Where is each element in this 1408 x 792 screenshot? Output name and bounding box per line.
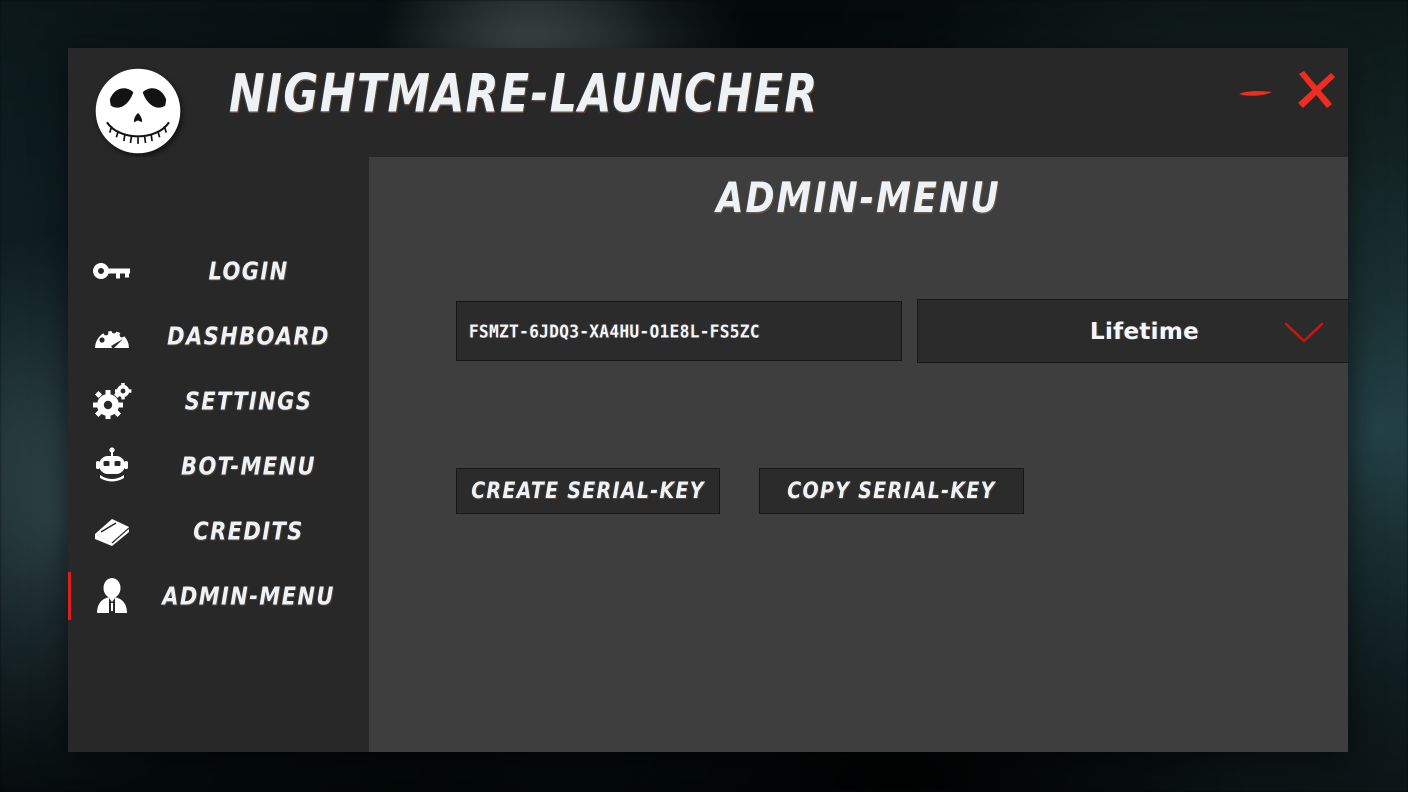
sidebar-item-bot-menu[interactable]: BOT-MENU <box>68 436 369 496</box>
copy-serial-key-label: COPY SERIAL-KEY <box>787 478 996 504</box>
sidebar-item-label: LOGIN <box>208 256 289 286</box>
titlebar[interactable]: NIGHTMARE-LAUNCHER <box>68 48 1348 157</box>
copy-serial-key-button[interactable]: COPY SERIAL-KEY <box>759 468 1024 514</box>
app-title: NIGHTMARE-LAUNCHER <box>229 64 819 126</box>
serial-key-input[interactable]: FSMZT-6JDQ3-XA4HU-O1E8L-FS5ZC <box>456 301 902 361</box>
sidebar-item-dashboard[interactable]: DASHBOARD <box>68 306 369 366</box>
serial-key-value: FSMZT-6JDQ3-XA4HU-O1E8L-FS5ZC <box>469 320 760 342</box>
gears-icon <box>90 381 134 421</box>
sidebar-item-admin-menu[interactable]: ADMIN-MENU <box>68 566 369 626</box>
active-indicator <box>68 572 71 620</box>
jack-skellington-icon <box>91 64 185 158</box>
sidebar-item-settings[interactable]: SETTINGS <box>68 371 369 431</box>
sidebar-item-label: SETTINGS <box>184 386 313 416</box>
book-icon <box>90 511 134 551</box>
sidebar: LOGIN DASHBOARD SETTINGS BOT-MENU CREDIT… <box>68 157 369 752</box>
sidebar-item-label: BOT-MENU <box>181 451 316 481</box>
content-panel: ADMIN-MENU FSMZT-6JDQ3-XA4HU-O1E8L-FS5ZC… <box>369 157 1348 752</box>
key-icon <box>90 251 134 291</box>
page-title: ADMIN-MENU <box>716 175 1001 223</box>
sidebar-item-credits[interactable]: CREDITS <box>68 501 369 561</box>
robot-icon <box>90 446 134 486</box>
application-window: NIGHTMARE-LAUNCHER LOGIN DASHBOARD SETTI… <box>68 48 1348 752</box>
minimize-icon[interactable] <box>1231 68 1279 116</box>
desktop-background: NIGHTMARE-LAUNCHER LOGIN DASHBOARD SETTI… <box>0 0 1408 792</box>
chevron-down-icon <box>1283 320 1325 344</box>
license-duration-dropdown[interactable]: Lifetime <box>917 299 1348 363</box>
close-icon[interactable] <box>1287 62 1343 118</box>
create-serial-key-button[interactable]: CREATE SERIAL-KEY <box>456 468 720 514</box>
speedometer-icon <box>90 316 134 356</box>
sidebar-item-label: ADMIN-MENU <box>162 581 335 611</box>
user-icon <box>90 576 134 616</box>
sidebar-item-label: DASHBOARD <box>167 321 330 351</box>
sidebar-item-label: CREDITS <box>193 516 304 546</box>
create-serial-key-label: CREATE SERIAL-KEY <box>471 478 705 504</box>
sidebar-item-login[interactable]: LOGIN <box>68 241 369 301</box>
